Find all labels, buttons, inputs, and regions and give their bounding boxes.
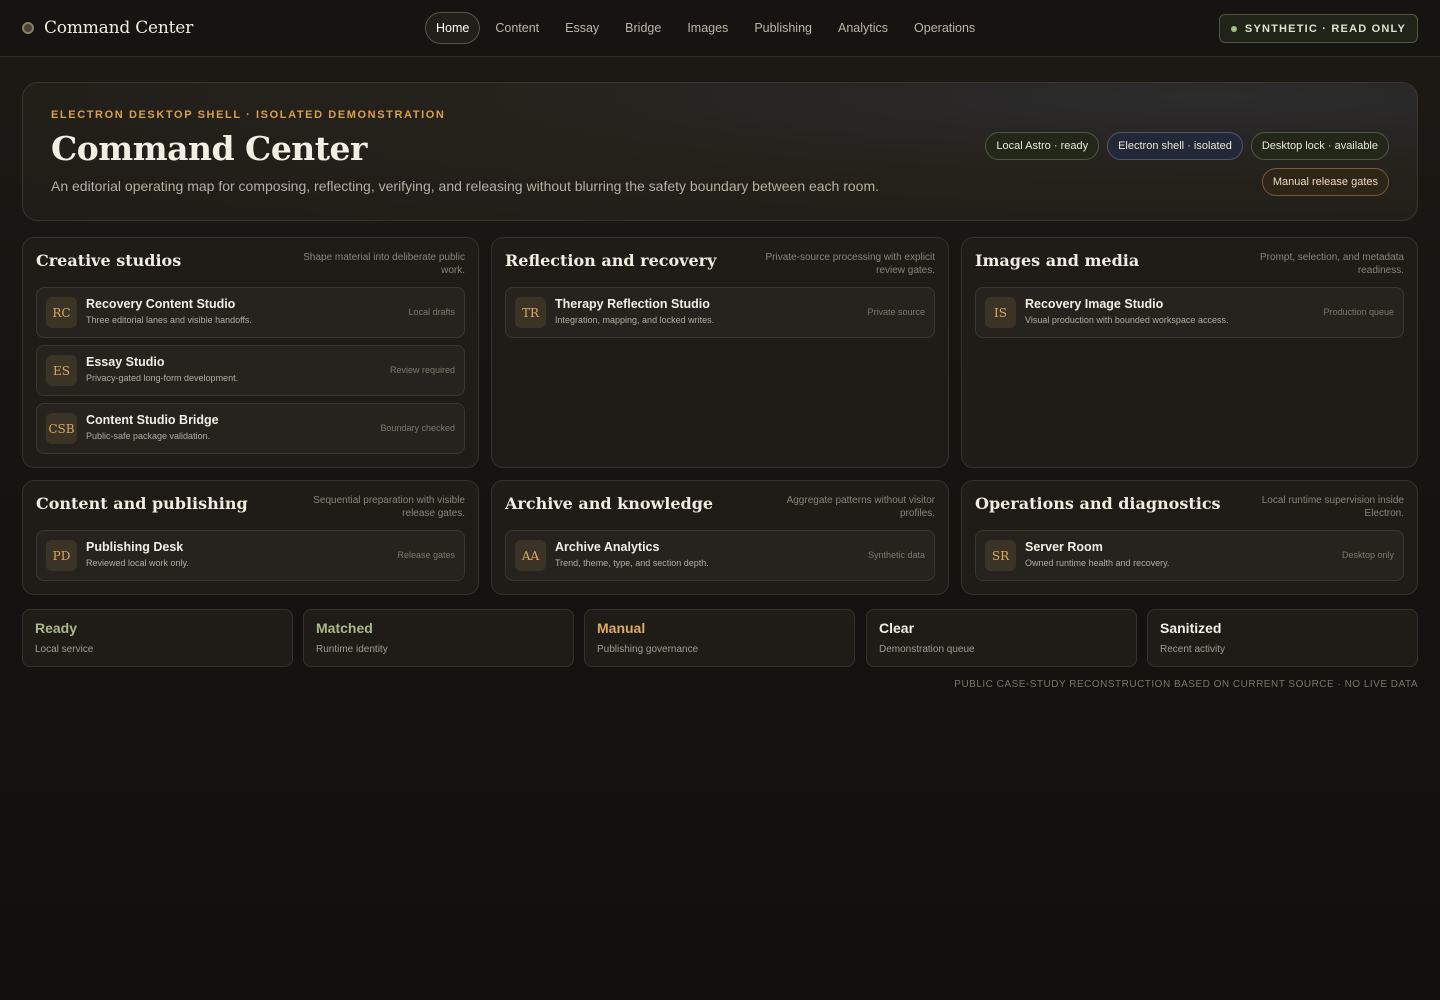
studio-tag: Release gates (397, 550, 455, 560)
panel-description: Shape material into deliberate public wo… (303, 252, 465, 276)
studio-badge: PD (46, 540, 77, 571)
panel-description: Local runtime supervision inside Electro… (1261, 495, 1404, 519)
panel-title: Content and publishing (36, 494, 248, 513)
studio-name: Archive Analytics (555, 540, 660, 554)
nav-item-essay[interactable]: Essay (554, 12, 610, 44)
studio-name: Essay Studio (86, 355, 165, 369)
nav-item-home[interactable]: Home (425, 12, 481, 44)
studio-badge: ES (46, 355, 77, 386)
chip-desktop-lock: Desktop lock · available (1250, 132, 1389, 160)
hero-panel: ELECTRON DESKTOP SHELL · ISOLATED DEMONS… (22, 82, 1418, 221)
panel-archive-knowledge: Archive and knowledge Aggregate patterns… (491, 480, 949, 595)
panel-title: Images and media (975, 251, 1140, 270)
studio-description: Integration, mapping, and locked writes. (555, 315, 715, 325)
studio-description: Owned runtime health and recovery. (1025, 558, 1170, 568)
studio-badge: SR (985, 540, 1016, 571)
studio-card-therapy-reflection[interactable]: TR Therapy Reflection Studio Integration… (505, 287, 935, 338)
studio-description: Privacy-gated long-form development. (86, 373, 239, 383)
studio-tag: Desktop only (1341, 550, 1394, 560)
panel-operations-diagnostics: Operations and diagnostics Local runtime… (961, 480, 1418, 595)
status-pill-label: SYNTHETIC · READ ONLY (1244, 22, 1406, 35)
studio-card-essay[interactable]: ES Essay Studio Privacy-gated long-form … (36, 345, 465, 396)
studio-description: Trend, theme, type, and section depth. (555, 558, 709, 568)
nav-item-analytics[interactable]: Analytics (827, 12, 899, 44)
chip-manual-release: Manual release gates (1261, 168, 1389, 196)
panel-description: Aggregate patterns without visitor profi… (786, 495, 935, 519)
hero-status-chips: Local Astro · ready Electron shell · iso… (969, 132, 1389, 204)
stat-runtime-identity: Matched Runtime identity (303, 609, 574, 667)
hero-subtitle: An editorial operating map for composing… (51, 178, 880, 194)
main-nav: Home Content Essay Bridge Images Publish… (425, 12, 986, 44)
panel-title: Reflection and recovery (505, 251, 717, 270)
studio-name: Server Room (1025, 540, 1103, 554)
studio-badge: IS (985, 297, 1016, 328)
panel-content-publishing: Content and publishing Sequential prepar… (22, 480, 479, 595)
studio-tag: Boundary checked (380, 423, 455, 433)
nav-item-content[interactable]: Content (484, 12, 550, 44)
footer-disclaimer: PUBLIC CASE-STUDY RECONSTRUCTION BASED O… (954, 679, 1418, 690)
studio-name: Publishing Desk (86, 540, 184, 554)
read-only-status-badge: SYNTHETIC · READ ONLY (1218, 14, 1418, 43)
stat-label: Recent activity (1160, 644, 1226, 655)
studio-description: Visual production with bounded workspace… (1025, 315, 1229, 325)
studio-tag: Private source (867, 307, 925, 317)
nav-item-bridge[interactable]: Bridge (614, 12, 672, 44)
studio-card-publishing-desk[interactable]: PD Publishing Desk Reviewed local work o… (36, 530, 465, 581)
stat-label: Runtime identity (316, 644, 388, 655)
top-bar: Command Center Home Content Essay Bridge… (0, 0, 1440, 57)
studio-badge: AA (515, 540, 546, 571)
studio-description: Three editorial lanes and visible handof… (86, 315, 252, 325)
studio-badge: TR (515, 297, 546, 328)
stat-label: Publishing governance (597, 644, 699, 655)
brand-ring-icon (22, 22, 34, 34)
panel-description: Private-source processing with explicit … (765, 252, 935, 276)
stat-label: Local service (35, 644, 94, 655)
hero-eyebrow: ELECTRON DESKTOP SHELL · ISOLATED DEMONS… (51, 109, 446, 121)
studio-name: Therapy Reflection Studio (555, 297, 710, 311)
studio-badge: RC (46, 297, 77, 328)
studio-name: Recovery Image Studio (1025, 297, 1164, 311)
studio-tag: Production queue (1323, 307, 1394, 317)
panel-title: Operations and diagnostics (975, 494, 1221, 513)
studio-badge: CSB (46, 413, 77, 444)
studio-tag: Review required (389, 365, 455, 375)
studio-description: Reviewed local work only. (86, 558, 189, 568)
stat-value: Manual (597, 620, 646, 636)
nav-item-publishing[interactable]: Publishing (743, 12, 823, 44)
status-dot-icon (1230, 25, 1237, 32)
panel-reflection-recovery: Reflection and recovery Private-source p… (491, 237, 949, 468)
stat-publishing-governance: Manual Publishing governance (584, 609, 855, 667)
studio-card-recovery-content[interactable]: RC Recovery Content Studio Three editori… (36, 287, 465, 338)
panel-title: Archive and knowledge (505, 494, 714, 513)
panel-images-media: Images and media Prompt, selection, and … (961, 237, 1418, 468)
nav-item-images[interactable]: Images (676, 12, 739, 44)
chip-electron-shell: Electron shell · isolated (1107, 132, 1243, 160)
studio-name: Content Studio Bridge (86, 413, 219, 427)
nav-item-operations[interactable]: Operations (903, 12, 986, 44)
studio-card-recovery-image[interactable]: IS Recovery Image Studio Visual producti… (975, 287, 1404, 338)
stat-value: Clear (879, 620, 915, 636)
stat-value: Sanitized (1160, 620, 1222, 636)
panel-creative-studios: Creative studios Shape material into del… (22, 237, 479, 468)
stat-recent-activity: Sanitized Recent activity (1147, 609, 1418, 667)
stat-value: Ready (35, 620, 78, 636)
stat-demonstration-queue: Clear Demonstration queue (866, 609, 1137, 667)
stat-label: Demonstration queue (879, 644, 975, 655)
stat-local-service: Ready Local service (22, 609, 293, 667)
studio-name: Recovery Content Studio (86, 297, 236, 311)
studio-description: Public-safe package validation. (86, 431, 211, 441)
panel-title: Creative studios (36, 251, 182, 270)
page-title: Command Center (51, 129, 367, 168)
stat-value: Matched (316, 620, 373, 636)
studio-tag: Local drafts (408, 307, 455, 317)
brand-name: Command Center (44, 18, 194, 38)
studio-tag: Synthetic data (867, 550, 925, 560)
panel-description: Sequential preparation with visible rele… (313, 495, 465, 519)
brand[interactable]: Command Center (22, 18, 193, 38)
chip-local-astro: Local Astro · ready (985, 132, 1100, 160)
studio-card-content-bridge[interactable]: CSB Content Studio Bridge Public-safe pa… (36, 403, 465, 454)
studio-card-server-room[interactable]: SR Server Room Owned runtime health and … (975, 530, 1404, 581)
studio-card-archive-analytics[interactable]: AA Archive Analytics Trend, theme, type,… (505, 530, 935, 581)
panel-description: Prompt, selection, and metadata readines… (1260, 252, 1404, 276)
